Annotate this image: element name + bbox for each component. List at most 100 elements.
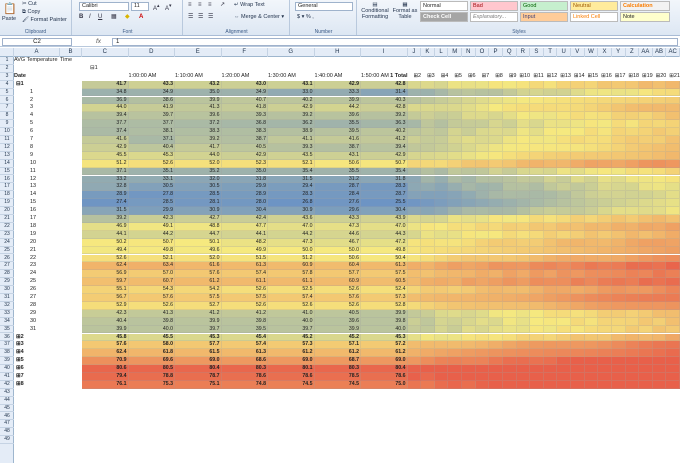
month-row-cell[interactable] <box>489 380 503 389</box>
day-row-cell[interactable] <box>448 112 462 121</box>
day-row-cell[interactable]: 39.5 <box>221 325 268 334</box>
day-row-cell[interactable] <box>489 183 503 192</box>
style-good[interactable]: Good <box>520 1 568 11</box>
day-row-cell[interactable]: 40.5 <box>314 309 361 318</box>
day-row-cell[interactable] <box>516 96 531 105</box>
day-row-cell[interactable]: 52.1 <box>268 159 315 168</box>
day-row-cell[interactable] <box>571 254 585 263</box>
row-header-1[interactable]: 1 <box>0 57 14 65</box>
month-row-cell[interactable]: 45.8 <box>82 333 129 342</box>
day-row-cell[interactable] <box>502 270 517 279</box>
day-row-cell[interactable] <box>434 199 449 208</box>
row-header-27[interactable]: 27 <box>0 262 14 271</box>
day-row-cell[interactable] <box>516 159 531 168</box>
day-row-cell[interactable] <box>502 222 517 231</box>
day-row-cell[interactable] <box>448 207 462 215</box>
day-row-cell[interactable] <box>584 254 599 263</box>
row-header-17[interactable]: 17 <box>0 183 14 192</box>
day-row-cell[interactable] <box>462 207 476 215</box>
month-row-label[interactable]: ⊞3 <box>16 341 60 349</box>
month-row-label[interactable]: ⊞2 <box>16 334 60 342</box>
day-row-cell[interactable]: 42.7 <box>175 215 222 223</box>
day-row-cell[interactable] <box>625 112 640 121</box>
day-row-cell[interactable] <box>489 215 503 223</box>
day-row-cell[interactable]: 28.4 <box>314 191 361 200</box>
day-row-cell[interactable] <box>407 262 422 271</box>
month-row-cell[interactable] <box>421 373 435 381</box>
month-row-cell[interactable]: 62.4 <box>82 349 129 358</box>
day-row-cell[interactable] <box>584 159 599 168</box>
day-row-cell[interactable] <box>598 167 612 176</box>
day-row-cell[interactable] <box>571 278 585 287</box>
day-row-cell[interactable] <box>434 286 449 294</box>
formula-input[interactable]: 1 <box>112 38 678 46</box>
day-row-label[interactable]: 23 <box>30 262 60 270</box>
day-row-cell[interactable] <box>571 143 585 152</box>
month-row-cell[interactable] <box>502 349 517 358</box>
month-row-cell[interactable] <box>421 357 435 366</box>
group-header[interactable]: ⊞7 <box>476 73 490 81</box>
month-row-cell[interactable] <box>652 373 667 381</box>
month-row-cell[interactable]: 79.4 <box>82 373 129 381</box>
group-header[interactable]: ⊞19 <box>639 73 653 81</box>
day-row-cell[interactable]: 39.3 <box>221 112 268 121</box>
day-row-cell[interactable] <box>448 309 462 318</box>
month-row-cell[interactable]: 61.2 <box>268 349 315 358</box>
day-row-cell[interactable] <box>571 120 585 129</box>
day-row-cell[interactable] <box>489 270 503 279</box>
month-row-cell[interactable]: 69.0 <box>268 357 315 366</box>
day-row-label[interactable]: 17 <box>30 215 60 223</box>
day-row-cell[interactable] <box>502 175 517 184</box>
day-row-cell[interactable] <box>666 151 680 160</box>
day-row-cell[interactable] <box>489 238 503 247</box>
day-row-label[interactable]: 13 <box>30 183 60 191</box>
day-row-cell[interactable] <box>625 238 640 247</box>
month-row-cell[interactable] <box>584 349 599 358</box>
day-row-cell[interactable] <box>462 96 476 105</box>
month-row-cell[interactable] <box>462 80 476 89</box>
month-row-cell[interactable] <box>448 333 462 342</box>
day-row-cell[interactable]: 52.5 <box>268 286 315 294</box>
day-row-cell[interactable] <box>652 317 667 326</box>
day-row-cell[interactable] <box>639 286 653 294</box>
day-row-cell[interactable] <box>666 317 680 326</box>
day-row-cell[interactable]: 28.7 <box>314 183 361 192</box>
day-row-cell[interactable] <box>489 88 503 97</box>
hour-group-1[interactable]: ⊟1 <box>90 65 130 73</box>
day-row-cell[interactable] <box>448 301 462 310</box>
day-row-cell[interactable] <box>530 136 544 144</box>
month-row-cell[interactable] <box>516 380 531 389</box>
row-header-3[interactable]: 3 <box>0 73 14 81</box>
day-row-cell[interactable] <box>462 151 476 160</box>
day-row-cell[interactable] <box>584 317 599 326</box>
day-row-cell[interactable] <box>666 215 680 223</box>
day-row-cell[interactable] <box>543 88 558 97</box>
day-row-cell[interactable]: 39.4 <box>82 112 129 121</box>
month-row-cell[interactable] <box>421 380 435 389</box>
day-row-cell[interactable] <box>502 112 517 121</box>
day-row-cell[interactable] <box>543 167 558 176</box>
day-row-cell[interactable]: 60.9 <box>268 262 315 271</box>
day-row-cell[interactable] <box>652 167 667 176</box>
day-row-cell[interactable] <box>598 136 612 144</box>
day-row-cell[interactable]: 39.7 <box>128 112 175 121</box>
day-row-cell[interactable] <box>543 159 558 168</box>
day-row-cell[interactable]: 44.0 <box>175 151 222 160</box>
day-row-cell[interactable] <box>571 151 585 160</box>
month-row-cell[interactable] <box>571 373 585 381</box>
day-row-cell[interactable] <box>462 143 476 152</box>
day-row-cell[interactable] <box>407 104 422 113</box>
bold-icon[interactable]: B <box>79 14 83 21</box>
day-row-cell[interactable] <box>557 159 571 168</box>
day-row-cell[interactable] <box>434 191 449 200</box>
day-row-cell[interactable]: 57.7 <box>314 270 361 279</box>
day-row-cell[interactable] <box>557 301 571 310</box>
column-header-t[interactable]: T <box>544 48 558 57</box>
day-row-cell[interactable]: 62.4 <box>82 262 129 271</box>
day-row-cell[interactable] <box>666 128 680 136</box>
month-row-label[interactable]: ⊞7 <box>16 373 60 381</box>
month-row-cell[interactable] <box>571 80 585 89</box>
day-row-cell[interactable] <box>625 254 640 263</box>
day-row-cell[interactable] <box>462 301 476 310</box>
day-row-cell[interactable]: 39.9 <box>314 96 361 105</box>
